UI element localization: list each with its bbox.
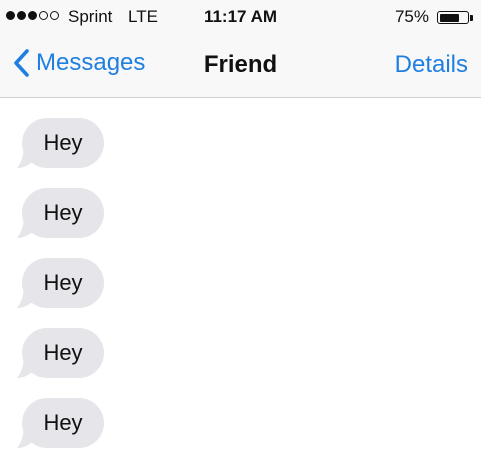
- battery-fill: [439, 13, 459, 22]
- messages-screen: Sprint LTE 11:17 AM 75% Messages Friend …: [0, 0, 481, 465]
- message-bubble-text: Hey: [22, 188, 104, 238]
- message-incoming[interactable]: Hey: [17, 328, 104, 380]
- message-incoming[interactable]: Hey: [17, 188, 104, 240]
- message-incoming[interactable]: Hey: [17, 398, 104, 450]
- details-button[interactable]: Details: [395, 51, 468, 79]
- status-bar: Sprint LTE 11:17 AM 75%: [0, 0, 481, 34]
- message-bubble-text: Hey: [22, 328, 104, 378]
- top-bar: Sprint LTE 11:17 AM 75% Messages Friend …: [0, 0, 481, 98]
- message-incoming[interactable]: Hey: [17, 258, 104, 310]
- message-incoming[interactable]: Hey: [17, 118, 104, 170]
- navigation-bar: Messages Friend Details: [0, 34, 481, 98]
- battery-icon: [437, 11, 469, 24]
- message-bubble-text: Hey: [22, 258, 104, 308]
- battery-percent: 75%: [394, 7, 429, 26]
- message-bubble-text: Hey: [22, 398, 104, 448]
- battery-nub: [470, 15, 473, 21]
- message-bubble-text: Hey: [22, 118, 104, 168]
